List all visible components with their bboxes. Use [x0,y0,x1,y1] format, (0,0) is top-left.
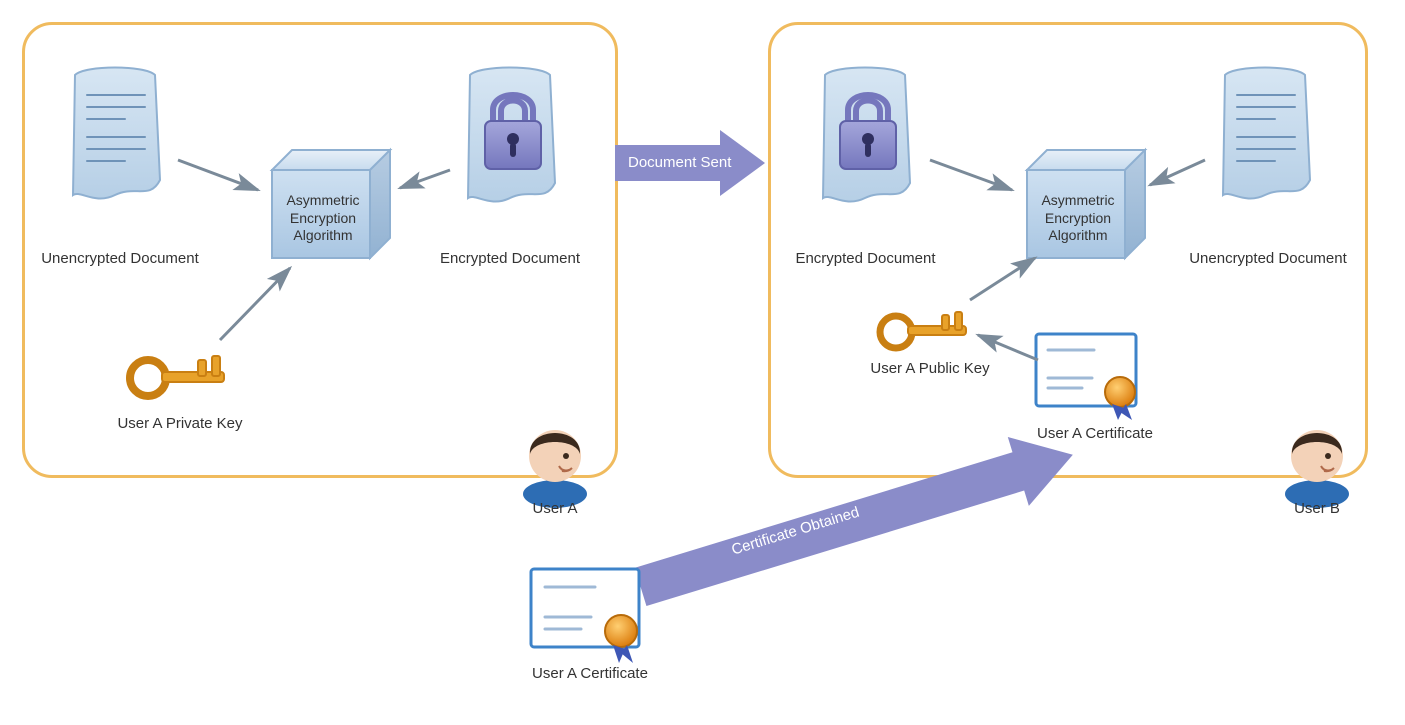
certificate-icon [525,563,655,663]
block-arrow-diag-icon [640,415,1120,625]
label-document-sent: Document Sent [628,154,731,171]
label-user-b: User B [1282,500,1352,517]
diagram-canvas: Unencrypted Document AsymmetricEncryptio… [0,0,1405,725]
label-user-a: User A [520,500,590,517]
user-avatar-icon [1272,416,1362,506]
user-avatar-icon [510,416,600,506]
label-certificate-bottom: User A Certificate [520,665,660,682]
